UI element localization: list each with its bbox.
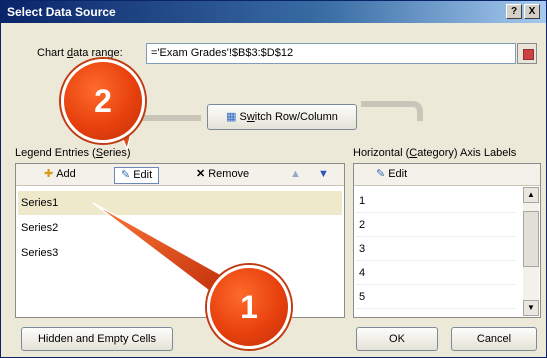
annotation-arrow-1 [92, 202, 229, 296]
annotation-badge-1: 1 [207, 265, 291, 349]
select-data-source-dialog: Select Data Source ? X Chart data range:… [0, 0, 547, 358]
annotation-badge-2: 2 [61, 59, 145, 143]
